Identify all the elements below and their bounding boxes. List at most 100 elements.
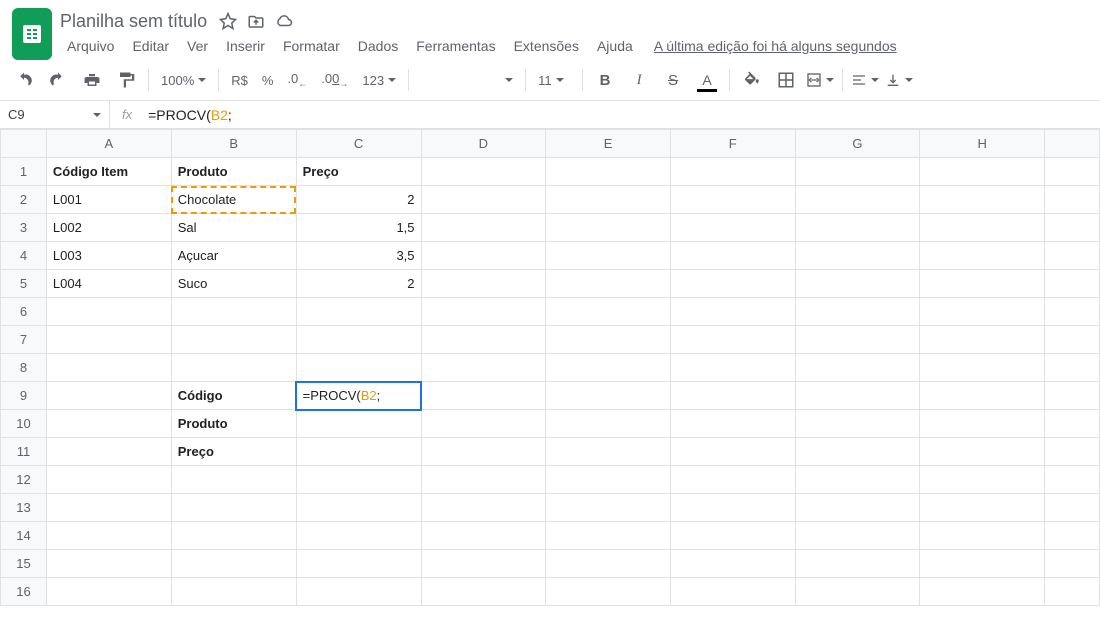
cell-B10[interactable]: Produto bbox=[171, 410, 296, 438]
cell-A11[interactable] bbox=[46, 438, 171, 466]
cell-I7[interactable] bbox=[1045, 326, 1100, 354]
cell-G11[interactable] bbox=[795, 438, 920, 466]
cell-A2[interactable]: L001 bbox=[46, 186, 171, 214]
row-header[interactable]: 12 bbox=[1, 466, 47, 494]
cell-E11[interactable] bbox=[546, 438, 671, 466]
zoom-dropdown[interactable]: 100% bbox=[157, 73, 210, 88]
cell-E8[interactable] bbox=[546, 354, 671, 382]
row-header[interactable]: 13 bbox=[1, 494, 47, 522]
menu-formatar[interactable]: Formatar bbox=[276, 34, 347, 58]
cell-E14[interactable] bbox=[546, 522, 671, 550]
font-size-dropdown[interactable]: 11 bbox=[534, 73, 574, 88]
column-header[interactable]: B bbox=[171, 130, 296, 158]
name-box[interactable]: C9 bbox=[0, 101, 110, 128]
cell-G14[interactable] bbox=[795, 522, 920, 550]
cell-C10[interactable] bbox=[296, 410, 421, 438]
cell-D11[interactable] bbox=[421, 438, 546, 466]
cell-C5[interactable]: 2 bbox=[296, 270, 421, 298]
cell-F8[interactable] bbox=[670, 354, 795, 382]
last-edit-link[interactable]: A última edição foi há alguns segundos bbox=[654, 38, 897, 54]
cell-I6[interactable] bbox=[1045, 298, 1100, 326]
more-formats-dropdown[interactable]: 123 bbox=[358, 73, 400, 88]
cell-E16[interactable] bbox=[546, 578, 671, 606]
cell-E6[interactable] bbox=[546, 298, 671, 326]
cell-D14[interactable] bbox=[421, 522, 546, 550]
text-color-button[interactable]: A bbox=[693, 66, 721, 94]
row-header[interactable]: 1 bbox=[1, 158, 47, 186]
cell-B6[interactable] bbox=[171, 298, 296, 326]
cell-F14[interactable] bbox=[670, 522, 795, 550]
row-header[interactable]: 11 bbox=[1, 438, 47, 466]
cell-I13[interactable] bbox=[1045, 494, 1100, 522]
cell-I8[interactable] bbox=[1045, 354, 1100, 382]
cell-I12[interactable] bbox=[1045, 466, 1100, 494]
column-header[interactable]: F bbox=[670, 130, 795, 158]
cell-E7[interactable] bbox=[546, 326, 671, 354]
cell-H9[interactable] bbox=[920, 382, 1045, 410]
column-header[interactable]: G bbox=[795, 130, 920, 158]
cell-H1[interactable] bbox=[920, 158, 1045, 186]
cell-B13[interactable] bbox=[171, 494, 296, 522]
cell-H4[interactable] bbox=[920, 242, 1045, 270]
cell-C2[interactable]: 2 bbox=[296, 186, 421, 214]
bold-button[interactable]: B bbox=[591, 66, 619, 94]
italic-button[interactable]: I bbox=[625, 66, 653, 94]
cell-G13[interactable] bbox=[795, 494, 920, 522]
cell-I5[interactable] bbox=[1045, 270, 1100, 298]
cell-B14[interactable] bbox=[171, 522, 296, 550]
cell-B15[interactable] bbox=[171, 550, 296, 578]
cell-B9[interactable]: Código bbox=[171, 382, 296, 410]
cell-B11[interactable]: Preço bbox=[171, 438, 296, 466]
row-header[interactable]: 14 bbox=[1, 522, 47, 550]
cell-A9[interactable] bbox=[46, 382, 171, 410]
cell-I2[interactable] bbox=[1045, 186, 1100, 214]
cell-F10[interactable] bbox=[670, 410, 795, 438]
cell-A10[interactable] bbox=[46, 410, 171, 438]
cell-H10[interactable] bbox=[920, 410, 1045, 438]
currency-button[interactable]: R$ bbox=[227, 73, 252, 88]
row-header[interactable]: 16 bbox=[1, 578, 47, 606]
cell-A3[interactable]: L002 bbox=[46, 214, 171, 242]
cell-G9[interactable] bbox=[795, 382, 920, 410]
cell-D3[interactable] bbox=[421, 214, 546, 242]
column-header[interactable] bbox=[1045, 130, 1100, 158]
cell-B8[interactable] bbox=[171, 354, 296, 382]
cell-D8[interactable] bbox=[421, 354, 546, 382]
cell-F3[interactable] bbox=[670, 214, 795, 242]
cell-A8[interactable] bbox=[46, 354, 171, 382]
cell-C6[interactable] bbox=[296, 298, 421, 326]
cell-B7[interactable] bbox=[171, 326, 296, 354]
cell-B2[interactable]: Chocolate bbox=[171, 186, 296, 214]
row-header[interactable]: 7 bbox=[1, 326, 47, 354]
cell-F9[interactable] bbox=[670, 382, 795, 410]
cell-E3[interactable] bbox=[546, 214, 671, 242]
cell-F2[interactable] bbox=[670, 186, 795, 214]
cell-G4[interactable] bbox=[795, 242, 920, 270]
cell-H7[interactable] bbox=[920, 326, 1045, 354]
percent-button[interactable]: % bbox=[258, 73, 278, 88]
cell-C3[interactable]: 1,5 bbox=[296, 214, 421, 242]
cell-A7[interactable] bbox=[46, 326, 171, 354]
cell-I10[interactable] bbox=[1045, 410, 1100, 438]
column-header[interactable]: E bbox=[546, 130, 671, 158]
document-title[interactable]: Planilha sem título bbox=[60, 11, 207, 32]
cell-D12[interactable] bbox=[421, 466, 546, 494]
cell-I11[interactable] bbox=[1045, 438, 1100, 466]
cell-G10[interactable] bbox=[795, 410, 920, 438]
cell-F15[interactable] bbox=[670, 550, 795, 578]
cell-F1[interactable] bbox=[670, 158, 795, 186]
cell-F5[interactable] bbox=[670, 270, 795, 298]
cell-C16[interactable] bbox=[296, 578, 421, 606]
cell-F16[interactable] bbox=[670, 578, 795, 606]
cell-H16[interactable] bbox=[920, 578, 1045, 606]
strikethrough-button[interactable]: S bbox=[659, 66, 687, 94]
cell-D5[interactable] bbox=[421, 270, 546, 298]
cell-E2[interactable] bbox=[546, 186, 671, 214]
cell-H11[interactable] bbox=[920, 438, 1045, 466]
cell-G1[interactable] bbox=[795, 158, 920, 186]
cell-I3[interactable] bbox=[1045, 214, 1100, 242]
cell-C13[interactable] bbox=[296, 494, 421, 522]
font-dropdown[interactable] bbox=[417, 78, 517, 82]
cell-A12[interactable] bbox=[46, 466, 171, 494]
menu-extensoes[interactable]: Extensões bbox=[507, 34, 586, 58]
